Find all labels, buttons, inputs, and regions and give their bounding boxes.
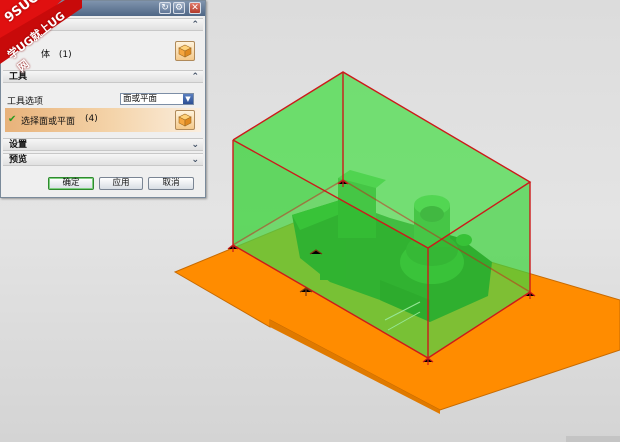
select-face-label: 选择面或平面 <box>21 117 76 127</box>
close-icon[interactable]: ✕ <box>189 2 201 14</box>
select-face-row[interactable]: ✔ 选择面或平面 (4) <box>5 108 201 132</box>
preview-section-title: 预览 <box>9 155 28 165</box>
chevron-down-icon: ⌄ <box>191 140 199 150</box>
status-strip <box>566 436 620 442</box>
cancel-button[interactable]: 取消 <box>148 177 194 190</box>
select-body-button[interactable] <box>175 41 195 61</box>
chevron-up-icon: ⌃ <box>191 20 199 30</box>
reset-icon[interactable]: ↻ <box>159 2 171 14</box>
checkmark-icon: ✔ <box>8 114 17 125</box>
gear-icon[interactable]: ⚙ <box>173 2 185 14</box>
chevron-down-icon: ⌄ <box>191 155 199 165</box>
section-header-tool[interactable]: 工具 ⌃ <box>3 70 203 83</box>
select-face-button[interactable] <box>175 110 195 130</box>
cube-icon <box>178 113 192 127</box>
section-header-settings[interactable]: 设置 ⌄ <box>3 138 203 151</box>
site-watermark: 9SUG 学UG就上UG网 <box>0 0 82 74</box>
chevron-up-icon: ⌃ <box>191 72 199 82</box>
tool-option-value: 面或平面 <box>123 94 158 104</box>
tool-option-select[interactable]: 面或平面 ▼ <box>120 93 194 105</box>
cube-icon <box>178 44 192 58</box>
select-face-count: (4) <box>85 114 98 124</box>
section-header-preview[interactable]: 预览 ⌄ <box>3 153 203 166</box>
ok-button[interactable]: 确定 <box>48 177 94 190</box>
apply-button[interactable]: 应用 <box>99 177 143 190</box>
dropdown-arrow-icon[interactable]: ▼ <box>183 94 193 104</box>
settings-section-title: 设置 <box>9 140 28 150</box>
